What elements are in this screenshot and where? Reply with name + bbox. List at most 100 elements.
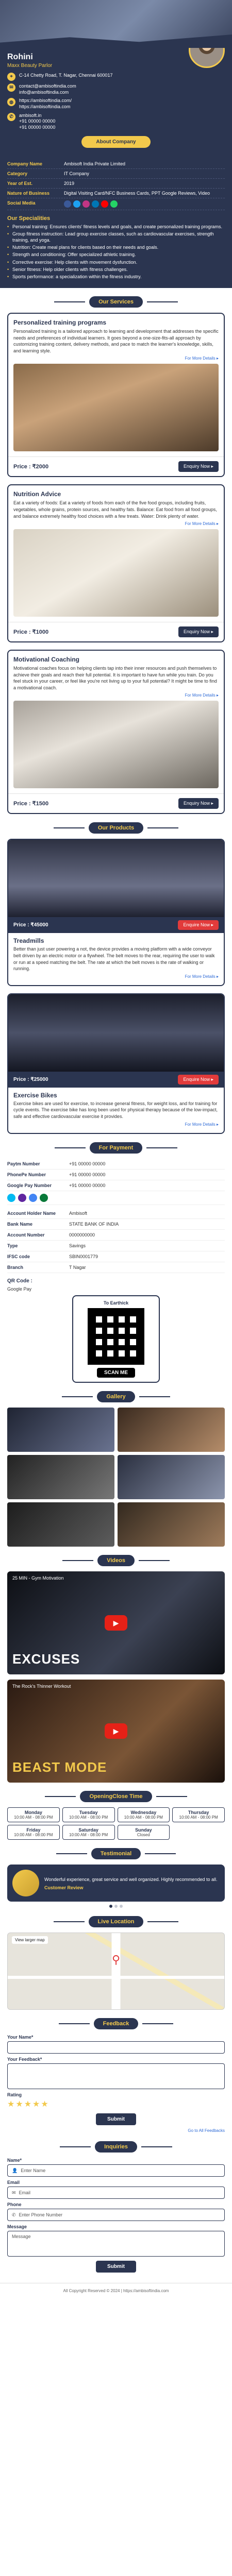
pagination-dot[interactable] (120, 1905, 123, 1908)
contact-phone[interactable]: ✆ ambisoft.in +91 00000 00000 +91 00000 … (7, 112, 225, 131)
bank-value: Savings (69, 1243, 86, 1248)
all-feedbacks-link[interactable]: Go to All Feedbacks (7, 2128, 225, 2133)
info-row: Nature of Business Digital Visiting Card… (7, 189, 225, 198)
facebook-icon[interactable] (64, 200, 71, 208)
products-heading: Our Products (0, 822, 232, 834)
feedback-name-input[interactable] (7, 2041, 225, 2054)
profile-row: Rohini Maxx Beauty Parlor (7, 32, 225, 69)
whatsapp-icon[interactable] (110, 200, 118, 208)
inquiry-submit-button[interactable]: Submit (96, 2261, 136, 2273)
pagination-dot[interactable] (114, 1905, 118, 1908)
more-details-link[interactable]: For More Details ▸ (13, 693, 219, 698)
inquiry-message-input[interactable]: Message (7, 2231, 225, 2257)
gallery-image[interactable] (7, 1455, 114, 1500)
product-card: Price : ₹25000 Enquire Now ▸ Exercise Bi… (7, 993, 225, 1134)
inquiry-phone-input[interactable]: ✆ Enter Phone Number (7, 2209, 225, 2222)
hours-cell: Tuesday 10:00 AM - 08:00 PM (62, 1807, 115, 1823)
gpay-icon[interactable] (29, 1193, 37, 1202)
gallery-image[interactable] (118, 1408, 225, 1452)
live-location-map[interactable]: View larger map ⚲ (7, 1933, 225, 2010)
contact-website[interactable]: ◍ https://ambisoftindia.com/ https://amb… (7, 98, 225, 110)
enquiry-button[interactable]: Enquiry Now ▸ (178, 798, 219, 809)
bank-key: Bank Name (7, 1221, 33, 1227)
section-title: Videos (97, 1555, 135, 1567)
play-icon[interactable]: ▶ (105, 1723, 127, 1739)
gallery-image[interactable] (118, 1455, 225, 1500)
hours-time: 10:00 AM - 08:00 PM (179, 1815, 218, 1820)
bank-value: Ambisoft (69, 1210, 88, 1216)
hours-heading: OpeningClose Time (0, 1791, 232, 1803)
testimonial-name: Customer Review (44, 1885, 84, 1890)
bank-row: Type Savings (7, 1241, 225, 1251)
feedback-text-input[interactable] (7, 2063, 225, 2090)
product-enquire-button[interactable]: Enquire Now ▸ (178, 920, 219, 930)
footer: All Copyright Reserved © 2024 | https://… (0, 2283, 232, 2298)
phonepe-icon[interactable] (18, 1193, 26, 1202)
hours-day: Thursday (188, 1810, 209, 1816)
gallery-image[interactable] (7, 1502, 114, 1547)
linkedin-icon[interactable] (92, 200, 99, 208)
hours-cell: Thursday 10:00 AM - 08:00 PM (172, 1807, 225, 1823)
hours-cell: Wednesday 10:00 AM - 08:00 PM (117, 1807, 170, 1823)
inquiry-name-label: Name* (7, 2158, 22, 2163)
hours-cell: Sunday Closed (117, 1825, 170, 1840)
video-overlay-text: BEAST MODE (12, 1759, 107, 1775)
more-details-link[interactable]: For More Details ▸ (13, 521, 219, 526)
instagram-icon[interactable] (82, 200, 90, 208)
play-icon[interactable]: ▶ (105, 1615, 127, 1631)
video-player[interactable]: 25 MIN - Gym Motivation ▶ EXCUSES (7, 1571, 225, 1675)
section-title: OpeningClose Time (80, 1791, 152, 1803)
bank-key: IFSC code (7, 1253, 30, 1259)
about-company-button[interactable]: About Company (81, 135, 151, 148)
hours-grid: Monday 10:00 AM - 08:00 PM Tuesday 10:00 A… (7, 1807, 225, 1840)
feedback-heading: Feedback (0, 2018, 232, 2030)
view-larger-map-link[interactable]: View larger map (12, 1936, 48, 1944)
pagination-dot[interactable] (109, 1905, 112, 1908)
more-details-link[interactable]: For More Details ▸ (13, 974, 219, 979)
section-title: For Payment (89, 1142, 143, 1154)
inquiry-email-input[interactable]: ✉ Email (7, 2187, 225, 2199)
speciality-item: Personal training: Ensures clients' fitn… (7, 224, 225, 230)
service-card: Nutrition Advice Eat a variety of foods:… (7, 484, 225, 643)
company-info-section: Company Name Ambisoft India Private Limi… (0, 155, 232, 288)
qr-code-label: QR Code : (7, 1278, 32, 1284)
gallery-image[interactable] (7, 1408, 114, 1452)
paytm-icon[interactable] (7, 1193, 15, 1202)
hours-day: Tuesday (79, 1810, 98, 1816)
product-image (8, 994, 224, 1072)
gallery-image[interactable] (118, 1502, 225, 1547)
hours-day: Saturday (78, 1827, 98, 1833)
testimonial-text: Wonderful experience, great service and … (44, 1876, 218, 1882)
payment-value: +91 00000 00000 (69, 1182, 106, 1188)
rating-stars[interactable]: ★★★★★ (7, 2099, 225, 2109)
inquiry-name-placeholder: Enter Name (21, 2168, 46, 2174)
bank-row: Bank Name STATE BANK OF INDIA (7, 1219, 225, 1230)
video-player[interactable]: The Rock's Thinner Workout ▶ BEAST MODE (7, 1680, 225, 1783)
testimonial-pagination (0, 1905, 232, 1908)
contact-email[interactable]: ✉ contact@ambisoftindia.com info@ambisof… (7, 83, 225, 95)
hours-time: 10:00 AM - 08:00 PM (69, 1815, 108, 1820)
product-title: Exercise Bikes (13, 1091, 57, 1099)
service-price: Price : ₹1000 (13, 629, 49, 636)
product-price: Price : ₹45000 (13, 922, 48, 928)
twitter-icon[interactable] (73, 200, 80, 208)
product-enquire-button[interactable]: Enquire Now ▸ (178, 1074, 219, 1084)
more-details-link[interactable]: For More Details ▸ (13, 356, 219, 361)
map-pin-icon: ⌖ (7, 73, 15, 81)
info-value: IT Company (64, 171, 89, 176)
upi-icon[interactable] (40, 1193, 48, 1202)
contact-address[interactable]: ⌖ C-14 Chetty Road, T. Nagar, Chennai 60… (7, 73, 225, 81)
hours-day: Wednesday (130, 1810, 157, 1816)
enquiry-button[interactable]: Enquiry Now ▸ (178, 626, 219, 638)
product-card: Price : ₹45000 Enquire Now ▸ Treadmills … (7, 839, 225, 986)
payment-value: +91 00000 00000 (69, 1161, 106, 1166)
service-image (13, 529, 219, 617)
speciality-item: Strength and conditioning: Offer special… (7, 251, 225, 258)
service-card: Motivational Coaching Motivational coach… (7, 650, 225, 815)
enquiry-button[interactable]: Enquiry Now ▸ (178, 461, 219, 472)
youtube-icon[interactable] (101, 200, 108, 208)
qr-code-card[interactable]: To Earthick SCAN ME (72, 1295, 160, 1383)
feedback-submit-button[interactable]: Submit (96, 2113, 136, 2126)
inquiry-name-input[interactable]: 👤 Enter Name (7, 2164, 225, 2177)
more-details-link[interactable]: For More Details ▸ (13, 1122, 219, 1127)
